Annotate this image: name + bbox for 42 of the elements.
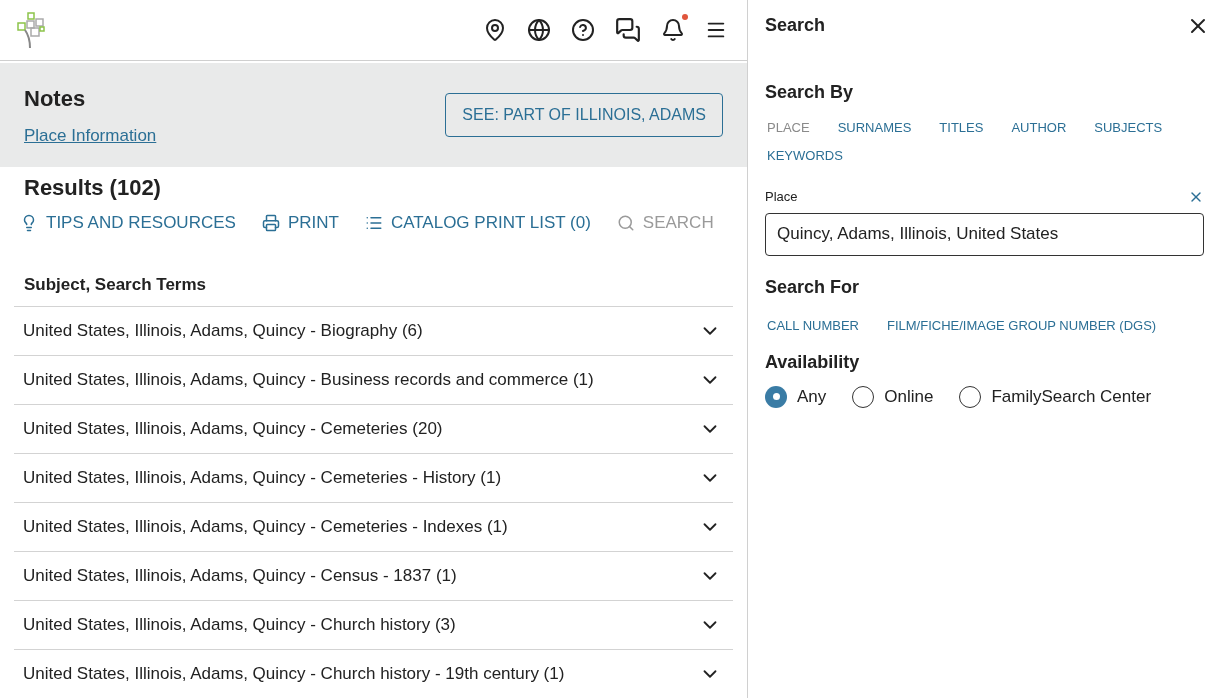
field-label: Place xyxy=(765,188,798,206)
result-row[interactable]: United States, Illinois, Adams, Quincy - Census - 1837 (1) xyxy=(14,551,733,600)
search-by-heading: Search By xyxy=(765,81,855,104)
search-by-tab[interactable]: TITLES xyxy=(939,118,984,138)
place-input-field[interactable]: Quincy, Adams, Illinois, United States xyxy=(765,212,1204,256)
result-row[interactable]: United States, Illinois, Adams, Quincy - Church history (3) xyxy=(14,600,733,649)
results-title: Results (102) xyxy=(24,174,162,202)
column-header: Subject, Search Terms xyxy=(24,273,208,296)
toolbar-action[interactable]: PRINT xyxy=(261,210,339,236)
toolbar-action[interactable]: CATALOG PRINT LIST (0) xyxy=(364,210,591,236)
result-row[interactable]: United States, Illinois, Adams, Quincy - Business records and commerce (1) xyxy=(14,355,733,404)
place-information-link[interactable]: Place Information xyxy=(24,122,157,149)
search-for-tab[interactable]: CALL NUMBER xyxy=(767,315,859,335)
search-icon xyxy=(616,213,635,232)
printer-icon xyxy=(261,213,280,232)
search-by-tab[interactable]: PLACE xyxy=(767,118,810,138)
panel-title: Search xyxy=(765,14,826,37)
search-by-tab[interactable]: SURNAMES xyxy=(837,118,912,138)
toolbar-action[interactable]: TIPS AND RESOURCES xyxy=(20,210,236,236)
globe-icon[interactable] xyxy=(527,18,551,42)
map-pin-icon[interactable] xyxy=(483,18,507,42)
search-by-tab[interactable]: SUBJECTS xyxy=(1094,118,1163,138)
search-for-heading: Search For xyxy=(765,275,861,299)
radio-label: FamilySearch Center xyxy=(991,386,1152,408)
chat-icon[interactable] xyxy=(615,17,641,43)
see-also-button[interactable]: SEE: PART OF ILLINOIS, ADAMS xyxy=(445,93,723,137)
radio-label: Any xyxy=(797,386,827,408)
radio-label: Online xyxy=(884,386,934,408)
tree-logo-icon[interactable] xyxy=(16,11,46,49)
help-icon[interactable] xyxy=(571,18,595,42)
notifications-icon[interactable] xyxy=(661,18,685,42)
notes-title: Notes xyxy=(24,84,87,113)
radio-button[interactable] xyxy=(765,385,787,408)
result-row[interactable]: United States, Illinois, Adams, Quincy - Cemeteries - History (1) xyxy=(14,453,733,502)
result-row[interactable]: United States, Illinois, Adams, Quincy - Cemeteries - Indexes (1) xyxy=(14,502,733,551)
search-for-tab[interactable]: FILM/FICHE/IMAGE GROUP NUMBER (DGS) xyxy=(887,315,1157,335)
search-by-tab[interactable]: KEYWORDS xyxy=(767,145,843,165)
result-row[interactable]: United States, Illinois, Adams, Quincy - Church history - 19th century (1) xyxy=(14,649,733,698)
availability-heading: Availability xyxy=(765,351,861,374)
result-row[interactable]: United States, Illinois, Adams, Quincy - Cemeteries (20) xyxy=(14,404,733,453)
result-row[interactable]: United States, Illinois, Adams, Quincy - Biography (6) xyxy=(14,306,733,355)
search-by-tab[interactable]: AUTHOR xyxy=(1011,118,1067,138)
